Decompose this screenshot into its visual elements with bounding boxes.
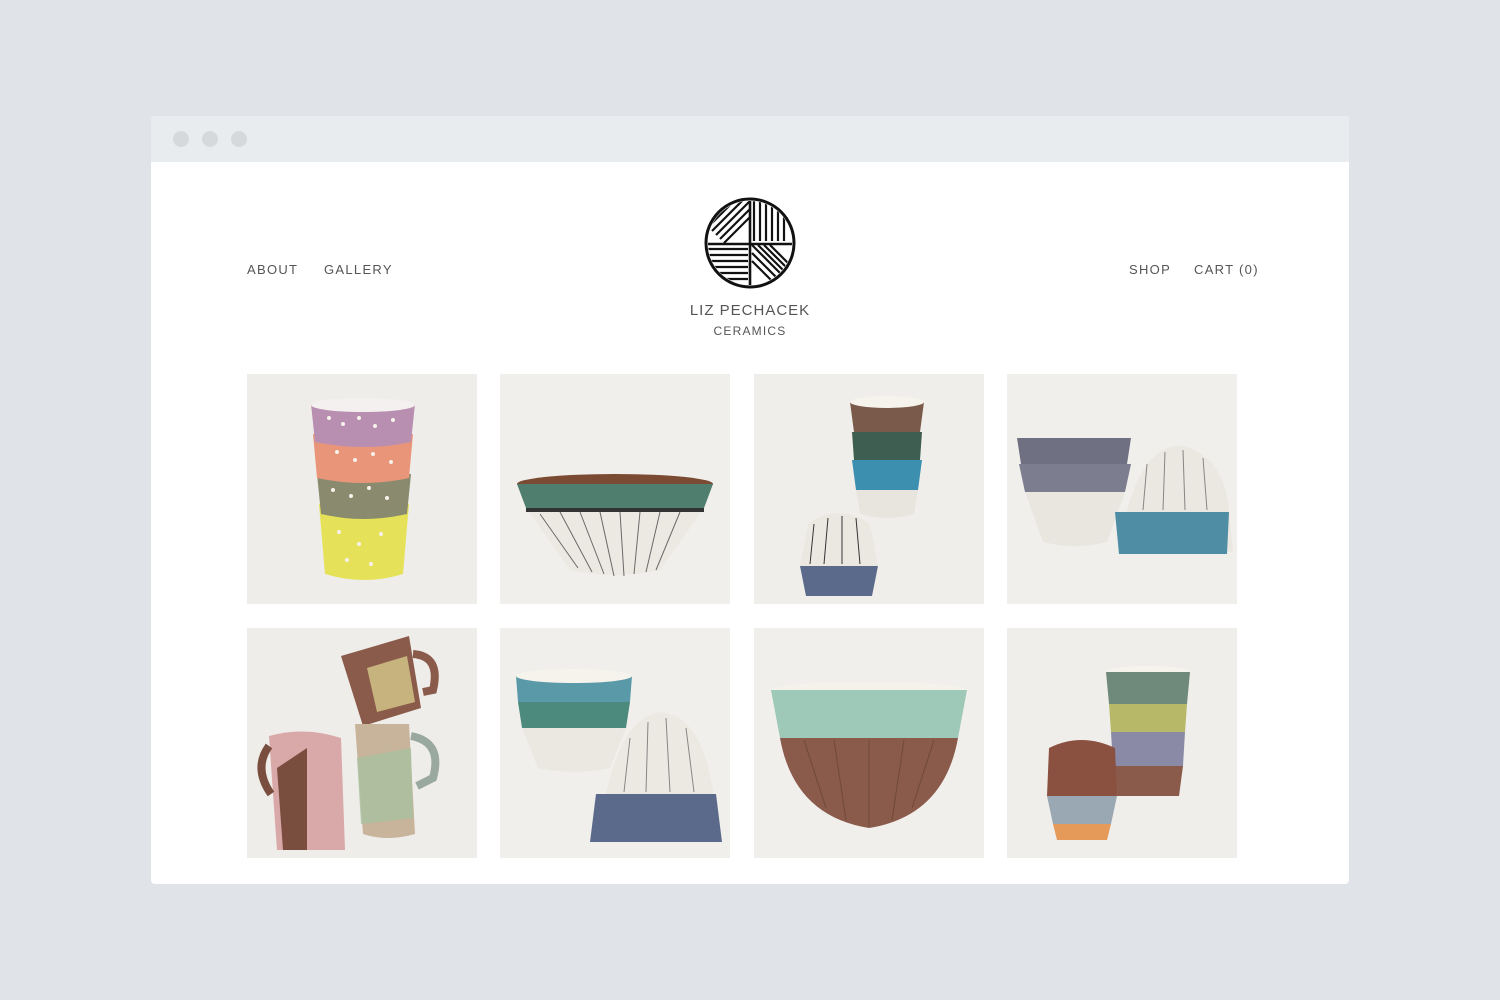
gallery-image (247, 628, 477, 858)
gallery-item-grey-blue-bowls[interactable] (1007, 374, 1237, 604)
window-close-dot[interactable] (173, 131, 189, 147)
gallery-item-mint-brown-bowl[interactable] (754, 628, 984, 858)
gallery-image (1007, 374, 1237, 604)
gallery-image (500, 374, 730, 604)
gallery-image (1007, 628, 1237, 858)
nav-gallery-link[interactable]: GALLERY (324, 262, 393, 277)
gallery-image (754, 628, 984, 858)
window-minimize-dot[interactable] (202, 131, 218, 147)
gallery-item-teal-bowls[interactable] (500, 628, 730, 858)
browser-titlebar (151, 116, 1349, 162)
gallery-item-striped-cups[interactable] (1007, 628, 1237, 858)
nav-shop-link[interactable]: SHOP (1129, 262, 1171, 277)
gallery-item-green-band-bowl[interactable] (500, 374, 730, 604)
gallery-image (247, 374, 477, 604)
gallery-image (500, 628, 730, 858)
browser-window: ABOUT GALLERY SHOP CART (0) LIZ PECHACEK… (151, 116, 1349, 884)
brand-name: LIZ PECHACEK (689, 302, 811, 319)
nav-about-link[interactable]: ABOUT (247, 262, 298, 277)
gallery-image (754, 374, 984, 604)
brand-logo-icon[interactable] (704, 197, 796, 289)
gallery-item-patterned-mugs[interactable] (247, 628, 477, 858)
nav-cart-link[interactable]: CART (0) (1194, 262, 1259, 277)
gallery-item-dotted-cups[interactable] (247, 374, 477, 604)
gallery-item-stacked-blue-cups[interactable] (754, 374, 984, 604)
window-maximize-dot[interactable] (231, 131, 247, 147)
brand-subtitle: CERAMICS (713, 324, 787, 338)
